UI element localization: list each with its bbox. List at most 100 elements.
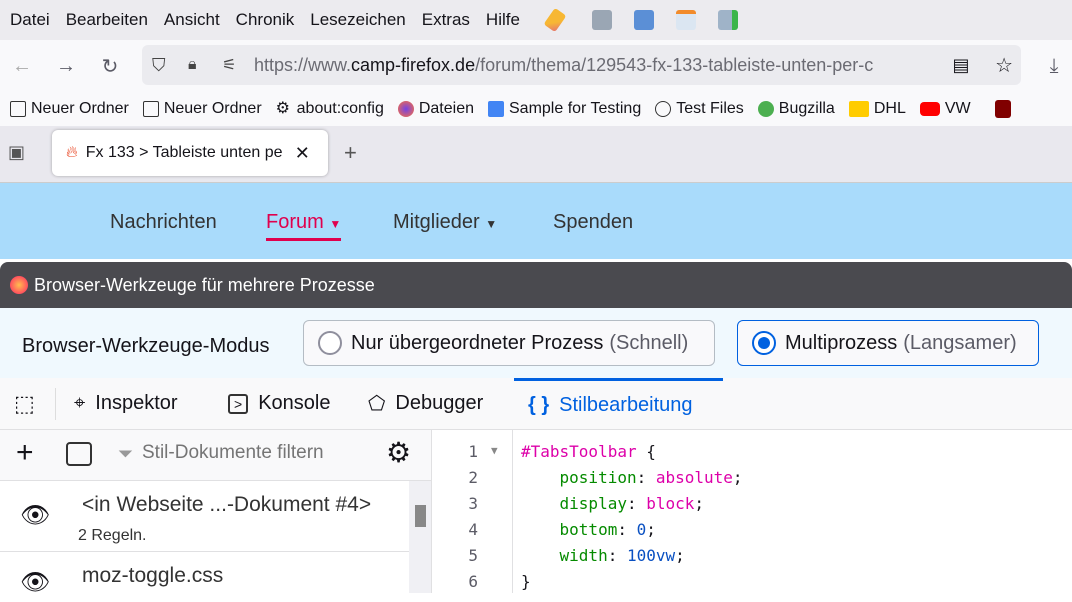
eye-icon[interactable]: 👁︎ (20, 501, 50, 530)
url-prefix: https://www. (254, 54, 352, 75)
tab-groups-icon[interactable]: ▣ (8, 142, 25, 163)
bookmark-item[interactable]: ⚙ about:config (276, 100, 384, 118)
sheet-item[interactable]: 👁︎ moz-toggle.css (0, 552, 409, 602)
tab-inspektor[interactable]: ⌖ Inspektor (74, 378, 178, 429)
code-editor[interactable]: 1 ▼ 2 3 4 5 6 #TabsToolbar { position: a… (433, 430, 1072, 593)
menu-chronik[interactable]: Chronik (236, 10, 295, 30)
devtools-titlebar: Browser-Werkzeuge für mehrere Prozesse (0, 262, 1072, 308)
stats-icon[interactable] (591, 10, 612, 30)
option-multiprocess[interactable]: Multiprozess (Langsamer) (737, 320, 1039, 366)
star-icon[interactable]: ☆ (995, 53, 1013, 78)
css-value: absolute (655, 468, 733, 487)
nav-label: Forum (266, 211, 324, 233)
option-parent-process[interactable]: Nur übergeordneter Prozess (Schnell) (303, 320, 715, 366)
globe-icon (655, 101, 672, 117)
bookmark-label: about:config (296, 100, 384, 117)
tab-label: Konsole (258, 392, 331, 414)
radio-button[interactable] (318, 331, 342, 355)
nav-label: Mitglieder (393, 211, 480, 233)
fold-arrow-icon[interactable]: ▼ (491, 444, 498, 457)
code-line: width: 100vw; (559, 546, 685, 565)
ublock-icon[interactable] (994, 100, 1011, 118)
devtools-toolbar: ⬚ ⌖ Inspektor > Konsole ⬠ Debugger { } Stilb… (0, 378, 1072, 430)
style-sheets-panel: + ⏷ ⚙ 👁︎ <in Webseite ...-Dokument #4> 2… (0, 430, 432, 596)
bookmark-label: Sample for Testing (509, 100, 642, 117)
debugger-icon: ⬠ (368, 393, 386, 415)
close-icon[interactable]: ✕ (295, 143, 310, 164)
bookmark-item[interactable]: DHL (848, 100, 906, 118)
bookmark-item[interactable]: Bugzilla (757, 100, 835, 118)
mode-label: Browser-Werkzeuge-Modus (22, 335, 270, 357)
url-text[interactable]: https://www.camp-firefox.de/forum/thema/… (254, 55, 873, 76)
reload-icon[interactable]: ↻ (94, 50, 126, 82)
tab-active[interactable]: 🔥︎ Fx 133 > Tableiste unten pe ✕ (52, 130, 328, 176)
option-sub: (Schnell) (609, 331, 689, 354)
download-icon[interactable]: ⤓ (1038, 50, 1070, 82)
bookmark-label: Test Files (676, 100, 744, 117)
sheet-name: <in Webseite ...-Dokument #4> (82, 493, 372, 516)
import-icon[interactable] (66, 442, 92, 466)
calendar-icon[interactable] (675, 10, 696, 30)
bookmark-item[interactable]: Neuer Ordner (10, 100, 129, 118)
css-value: block (646, 494, 695, 513)
nav-mitglieder[interactable]: Mitglieder ▼ (393, 211, 497, 234)
sheet-rules: 2 Regeln. (78, 527, 147, 544)
menu-lesezeichen[interactable]: Lesezeichen (310, 10, 405, 30)
w3c-validator-icon[interactable] (633, 10, 654, 30)
menu-extras[interactable]: Extras (422, 10, 470, 30)
flame-icon: 🔥︎ (66, 144, 78, 161)
menu-bearbeiten[interactable]: Bearbeiten (66, 10, 148, 30)
nav-forum[interactable]: Forum ▼ (266, 211, 342, 241)
caret-down-icon: ▼ (329, 217, 342, 231)
radio-button-selected[interactable] (752, 331, 776, 355)
bookmark-item[interactable]: Neuer Ordner (142, 100, 262, 118)
css-property: display (559, 494, 627, 513)
scrollbar[interactable] (409, 481, 431, 593)
pencil-icon[interactable] (543, 7, 567, 33)
tab-debugger[interactable]: ⬠ Debugger (368, 378, 483, 429)
divider (55, 388, 56, 420)
css-value: 100vw (626, 546, 676, 565)
line-number: 3 (468, 494, 478, 513)
reader-view-icon[interactable]: ▤ (945, 45, 977, 85)
folder-icon (10, 101, 26, 117)
permissions-icon[interactable]: ⚟ (222, 55, 236, 75)
filter-icon: ⏷ (118, 444, 134, 465)
menu-hilfe[interactable]: Hilfe (486, 10, 520, 30)
shield-icon[interactable]: ⛉ (152, 55, 166, 76)
bookmark-item[interactable]: Dateien (397, 100, 474, 118)
plus-icon[interactable]: + (16, 438, 34, 468)
code-line: bottom: 0; (559, 520, 656, 539)
sheet-item[interactable]: 👁︎ <in Webseite ...-Dokument #4> 2 Regel… (0, 481, 409, 552)
scrollbar-thumb[interactable] (415, 505, 426, 527)
line-number: 2 (468, 468, 478, 487)
forward-arrow-icon[interactable]: → (50, 50, 82, 82)
css-selector: #TabsToolbar (521, 442, 637, 461)
option-label: Multiprozess (785, 331, 898, 354)
youtube-icon (919, 102, 940, 116)
menu-ansicht[interactable]: Ansicht (164, 10, 220, 30)
nav-nachrichten[interactable]: Nachrichten (110, 211, 217, 234)
line-number: 6 (468, 572, 478, 591)
element-picker-icon[interactable]: ⬚ (14, 378, 35, 429)
lock-icon[interactable]: 🔒︎ (188, 56, 197, 74)
url-host: camp-firefox.de (351, 54, 476, 75)
new-tab-icon[interactable]: + (344, 140, 357, 166)
tab-stilbearbeitung[interactable]: { } Stilbearbeitung (514, 378, 723, 429)
bookmark-item[interactable]: Sample for Testing (488, 100, 641, 118)
bookmark-label: Dateien (418, 100, 474, 117)
back-arrow-icon[interactable]: ← (6, 50, 38, 82)
filter-input[interactable] (142, 442, 372, 464)
bookmark-label: DHL (873, 100, 906, 117)
bookmark-label: VW (944, 100, 971, 117)
gutter-divider (512, 430, 513, 593)
tab-konsole[interactable]: > Konsole (228, 378, 330, 429)
menu-datei[interactable]: Datei (10, 10, 50, 30)
bookmark-item[interactable]: VW (919, 100, 971, 118)
tab-label: Stilbearbeitung (559, 393, 693, 416)
bookmark-item[interactable]: Test Files (655, 100, 744, 118)
url-bar[interactable]: ⛉ 🔒︎ ⚟ https://www.camp-firefox.de/forum… (142, 45, 1021, 85)
gear-icon[interactable]: ⚙ (386, 436, 411, 469)
screenshot-add-icon[interactable] (717, 10, 738, 30)
nav-spenden[interactable]: Spenden (553, 211, 633, 234)
